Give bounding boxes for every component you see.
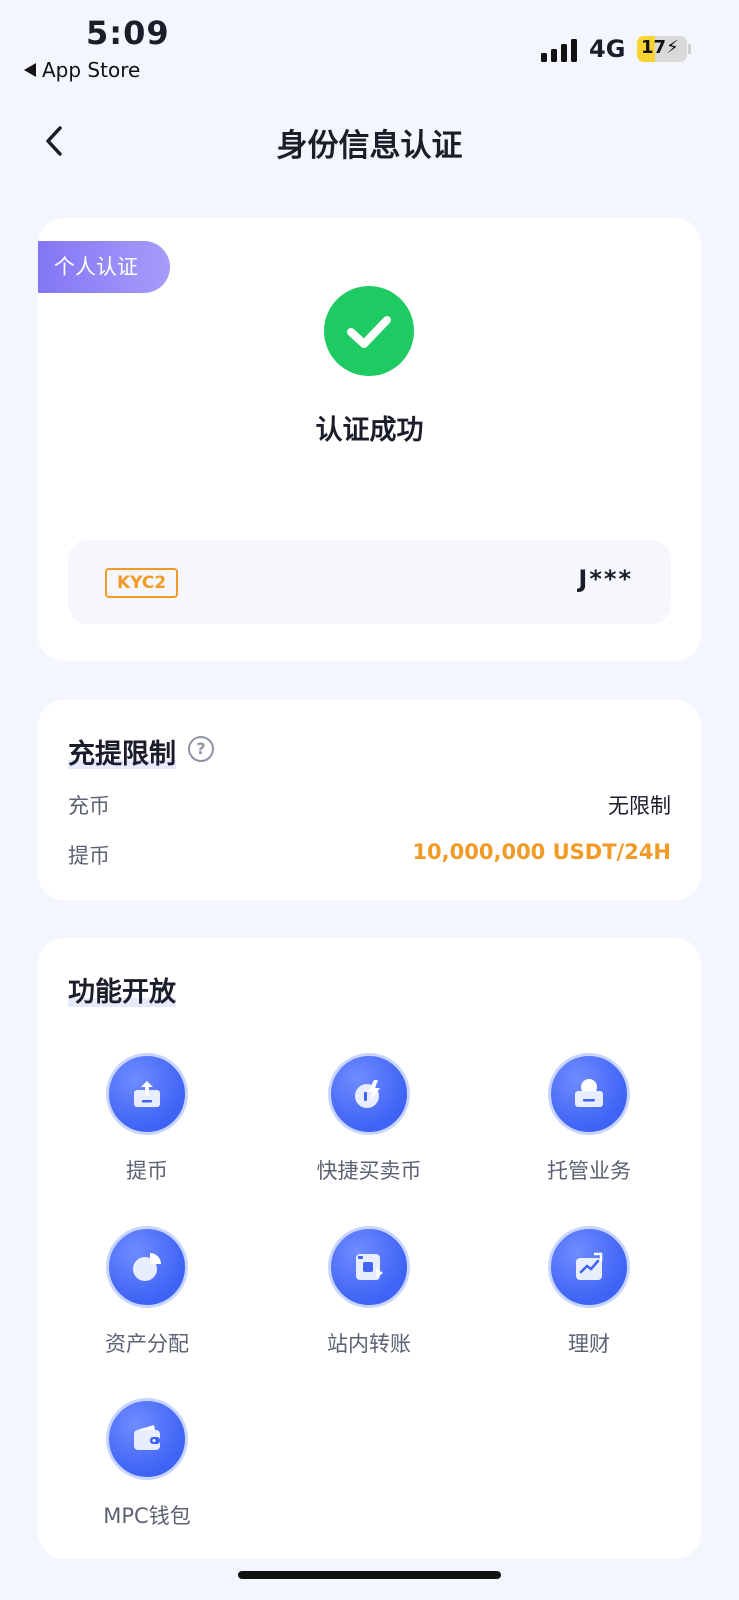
battery-tip — [688, 44, 691, 54]
back-triangle-icon — [24, 63, 36, 77]
deposit-withdraw-limits-card: 充提限制 ? 充币 无限制 提币 10,000,000 USDT/24H — [38, 700, 701, 900]
feature-mpc-wallet[interactable]: MPC钱包 — [47, 1398, 247, 1530]
home-indicator[interactable] — [238, 1571, 501, 1579]
deposit-limit-value: 无限制 — [608, 794, 671, 818]
feature-custody[interactable]: 托管业务 — [489, 1053, 689, 1185]
wealth-management-icon — [548, 1226, 630, 1308]
feature-asset-allocation[interactable]: 资产分配 — [47, 1226, 247, 1358]
feature-withdraw[interactable]: 提币 — [47, 1053, 247, 1185]
withdraw-icon — [106, 1053, 188, 1135]
verification-status: 认证成功 — [315, 415, 424, 446]
feature-label: 站内转账 — [327, 1332, 411, 1356]
features-card: 功能开放 提币 快捷买卖币 托管业务 资产分配 站内转账 理财 MPC钱包 — [38, 938, 701, 1559]
verification-card: 个人认证 认证成功 KYC2 J*** — [38, 218, 701, 661]
internal-transfer-icon — [328, 1226, 410, 1308]
features-title: 功能开放 — [68, 977, 176, 1008]
help-icon[interactable]: ? — [188, 736, 214, 762]
status-time: 5:09 — [86, 14, 170, 52]
feature-label: MPC钱包 — [103, 1504, 191, 1528]
page-title: 身份信息认证 — [276, 128, 463, 164]
back-to-app-store[interactable]: App Store — [24, 58, 140, 82]
feature-label: 托管业务 — [547, 1159, 631, 1183]
network-type: 4G — [589, 35, 626, 63]
battery-icon: 17⚡ — [637, 36, 687, 62]
user-name: J*** — [578, 565, 633, 593]
signal-icon — [541, 38, 577, 62]
success-check-icon — [324, 286, 414, 376]
feature-internal-transfer[interactable]: 站内转账 — [269, 1226, 469, 1358]
back-app-label: App Store — [42, 58, 141, 82]
page: 5:09 App Store 4G 17⚡ 身份信息认证 个人认证 认证成功 K… — [0, 0, 739, 1600]
battery-level: 17 — [641, 37, 667, 58]
feature-label: 快捷买卖币 — [316, 1159, 422, 1183]
withdraw-label: 提币 — [68, 844, 110, 868]
quick-trade-icon — [328, 1053, 410, 1135]
feature-label: 资产分配 — [105, 1332, 189, 1356]
feature-label: 理财 — [568, 1332, 610, 1356]
kyc-info-row: KYC2 J*** — [68, 540, 671, 624]
feature-quick-trade[interactable]: 快捷买卖币 — [269, 1053, 469, 1185]
feature-wealth-management[interactable]: 理财 — [489, 1226, 689, 1358]
kyc-level-badge: KYC2 — [105, 568, 179, 598]
custody-icon — [548, 1053, 630, 1135]
feature-label: 提币 — [126, 1159, 168, 1183]
withdraw-limit-value: 10,000,000 USDT/24H — [412, 840, 671, 864]
wallet-icon — [106, 1398, 188, 1480]
deposit-label: 充币 — [68, 794, 110, 818]
asset-allocation-icon — [106, 1226, 188, 1308]
personal-verification-badge: 个人认证 — [38, 241, 170, 293]
limits-title: 充提限制 — [68, 739, 176, 770]
